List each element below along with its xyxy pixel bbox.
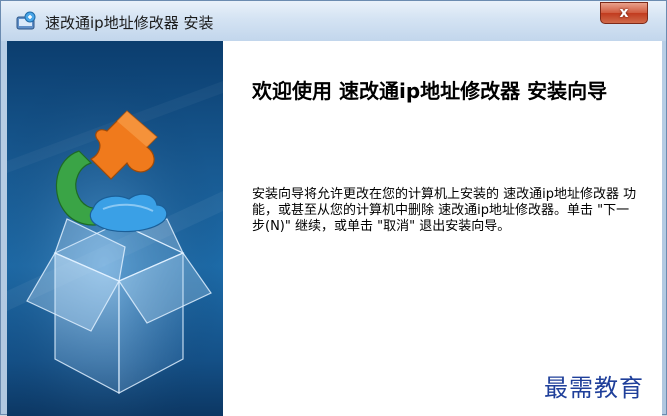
- close-icon: x: [619, 5, 629, 21]
- installer-window: 速改通ip地址修改器 安装 x 欢迎使用 速改通ip地址修改器 安装向导 安装向…: [0, 0, 667, 416]
- watermark-text: 最需教育: [544, 374, 644, 402]
- puzzle-box-banner: [7, 41, 223, 416]
- window-title: 速改通ip地址修改器 安装: [45, 14, 214, 32]
- wizard-client-area: 欢迎使用 速改通ip地址修改器 安装向导 安装向导将允许更改在您的计算机上安装的…: [7, 41, 662, 416]
- installer-app-icon: [15, 11, 37, 33]
- welcome-heading: 欢迎使用 速改通ip地址修改器 安装向导: [252, 79, 608, 103]
- welcome-description: 安装向导将允许更改在您的计算机上安装的 速改通ip地址修改器 功能，或甚至从您的…: [252, 187, 637, 234]
- close-button[interactable]: x: [600, 2, 648, 24]
- wizard-side-banner: [7, 41, 223, 416]
- title-bar[interactable]: 速改通ip地址修改器 安装 x: [1, 1, 666, 41]
